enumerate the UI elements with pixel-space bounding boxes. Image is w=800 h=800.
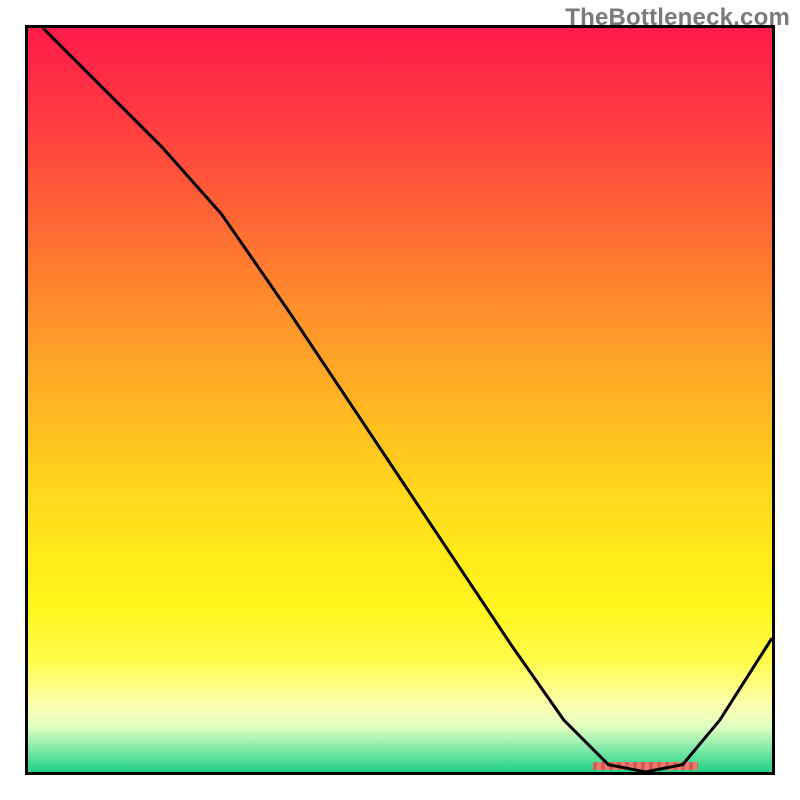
curve-svg [28,28,772,772]
plot-area [25,25,775,775]
watermark-text: TheBottleneck.com [565,4,790,32]
chart-container: TheBottleneck.com [0,0,800,800]
bottleneck-curve-path [43,28,772,772]
